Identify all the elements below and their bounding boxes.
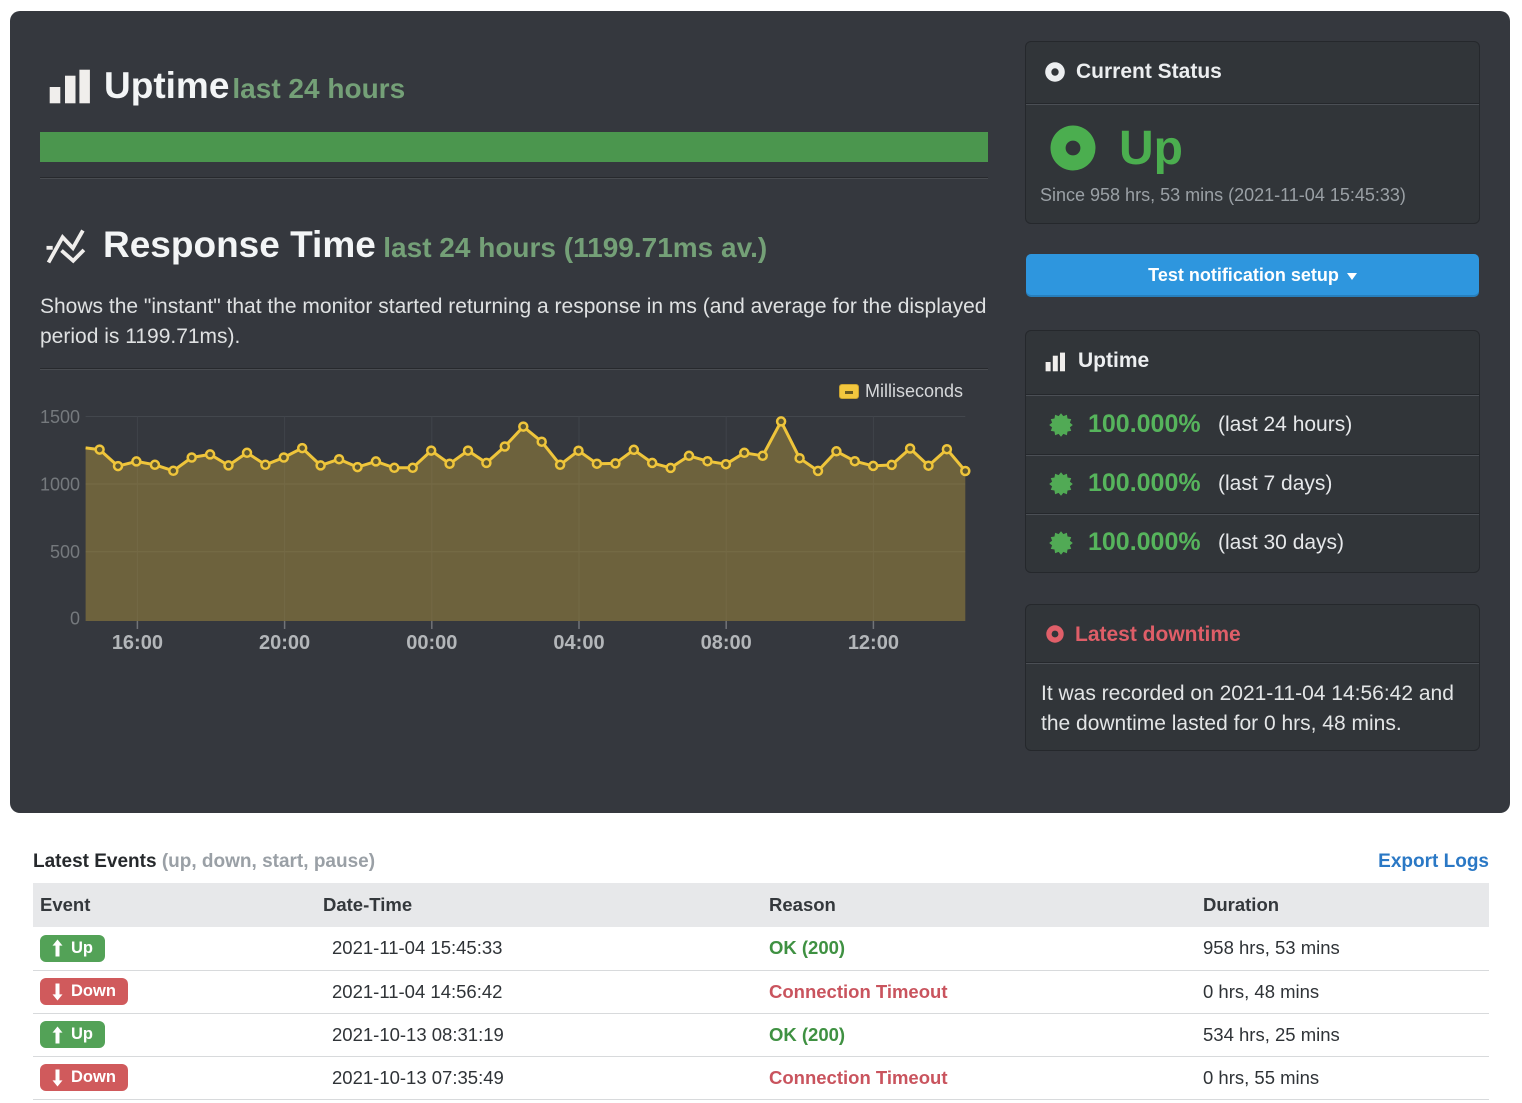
svg-text:20:00: 20:00 (259, 632, 310, 654)
svg-text:12:00: 12:00 (848, 632, 899, 654)
svg-text:00:00: 00:00 (406, 632, 457, 654)
svg-text:1000: 1000 (40, 475, 80, 495)
svg-text:16:00: 16:00 (112, 632, 163, 654)
svg-text:0: 0 (70, 609, 80, 629)
svg-text:1500: 1500 (40, 407, 80, 427)
svg-text:500: 500 (50, 542, 80, 562)
svg-text:08:00: 08:00 (701, 632, 752, 654)
svg-text:04:00: 04:00 (553, 632, 604, 654)
